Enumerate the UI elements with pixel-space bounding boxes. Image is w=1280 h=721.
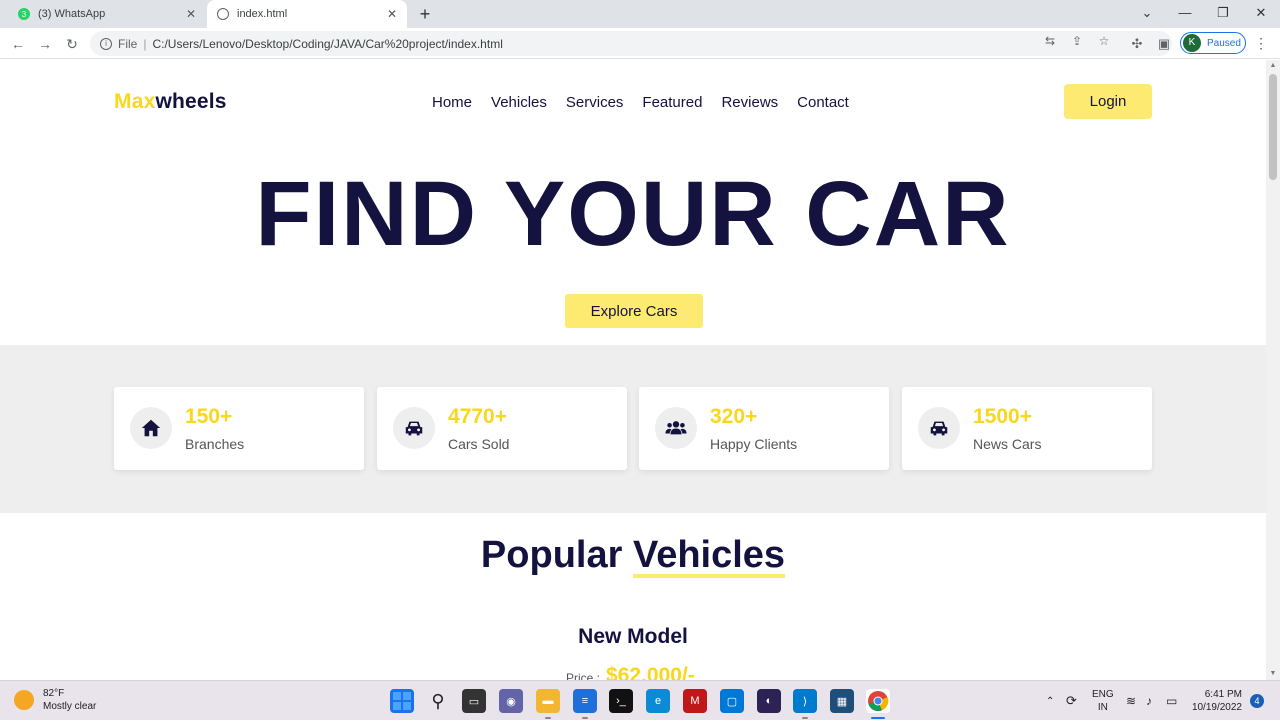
stat-value: 1500+ — [973, 405, 1032, 428]
stat-card-news-cars: 1500+ News Cars — [902, 387, 1152, 470]
side-panel-icon[interactable]: ▣ — [1156, 36, 1172, 52]
back-icon[interactable]: ← — [8, 34, 28, 54]
stat-value: 4770+ — [448, 405, 507, 428]
system-clock[interactable]: 6:41 PM 10/19/2022 — [1190, 688, 1242, 714]
nav-services[interactable]: Services — [566, 94, 624, 111]
url-scheme: File — [118, 36, 138, 51]
language-indicator[interactable]: ENG IN — [1092, 688, 1114, 714]
new-tab-button[interactable]: + — [415, 4, 435, 24]
vscode-icon[interactable]: ⟩ — [793, 689, 817, 713]
tab-strip: 3 (3) WhatsApp ✕ index.html ✕ + ⌄ — ❐ ✕ — [0, 0, 1280, 28]
task-view-icon[interactable]: ▭ — [462, 689, 486, 713]
users-icon — [655, 407, 697, 449]
nav-vehicles[interactable]: Vehicles — [491, 94, 547, 111]
page-scrollbar[interactable]: ▲ ▼ — [1266, 60, 1280, 680]
search-icon[interactable]: ⚲ — [426, 689, 450, 713]
notepad-icon[interactable]: ≡ — [573, 689, 597, 713]
start-icon[interactable] — [390, 689, 414, 713]
close-icon[interactable]: ✕ — [186, 7, 196, 21]
sync-icon[interactable]: ⟳ — [1066, 681, 1077, 721]
site-header: Maxwheels Home Vehicles Services Feature… — [0, 60, 1266, 144]
stat-value: 320+ — [710, 405, 758, 428]
stat-label: Happy Clients — [710, 436, 798, 452]
menu-icon[interactable]: ⋮ — [1254, 35, 1268, 53]
car-icon — [393, 407, 435, 449]
browser-toolbar: ← → ↻ i File | C:/Users/Lenovo/Desktop/C… — [0, 28, 1280, 59]
url-text: C:/Users/Lenovo/Desktop/Coding/JAVA/Car%… — [152, 36, 503, 51]
eclipse-icon[interactable]: ◐ — [757, 689, 781, 713]
tab-search-icon[interactable]: ⌄ — [1128, 0, 1166, 28]
stat-card-branches: 150+ Branches — [114, 387, 364, 470]
terminal-icon[interactable]: ›_ — [609, 689, 633, 713]
vehicle-price: Price : $62,000/- — [566, 664, 695, 680]
weather-icon — [14, 690, 34, 710]
explore-cars-button[interactable]: Explore Cars — [565, 294, 703, 328]
profile-status: Paused — [1207, 37, 1241, 49]
scrollbar-thumb[interactable] — [1269, 74, 1277, 180]
close-window-button[interactable]: ✕ — [1242, 0, 1280, 28]
notification-badge[interactable]: 4 — [1250, 694, 1264, 708]
stat-value: 150+ — [185, 405, 233, 428]
forward-icon[interactable]: → — [35, 34, 55, 54]
tab-index[interactable]: index.html ✕ — [207, 0, 407, 28]
section-title: Popular Vehicles — [480, 534, 786, 578]
share-icon[interactable]: ⇪ — [1069, 33, 1085, 49]
extensions-icon[interactable]: ✣ — [1129, 36, 1145, 52]
volume-icon[interactable]: ♪ — [1146, 681, 1152, 721]
file-explorer-icon[interactable]: ▬ — [536, 689, 560, 713]
wifi-icon[interactable]: ≋ — [1126, 681, 1136, 721]
reload-icon[interactable]: ↻ — [62, 34, 82, 54]
close-icon[interactable]: ✕ — [387, 7, 397, 21]
tab-title: index.html — [237, 8, 288, 20]
edge-icon[interactable]: e — [646, 689, 670, 713]
scroll-down-icon[interactable]: ▼ — [1266, 668, 1280, 680]
tab-title: (3) WhatsApp — [38, 8, 106, 20]
sql-icon[interactable]: ▦ — [830, 689, 854, 713]
avatar: K — [1183, 34, 1201, 52]
info-icon[interactable]: i — [100, 37, 112, 50]
profile-button[interactable]: K Paused — [1180, 32, 1246, 54]
star-icon[interactable]: ☆ — [1096, 33, 1112, 49]
scroll-up-icon[interactable]: ▲ — [1266, 60, 1280, 72]
tab-whatsapp[interactable]: 3 (3) WhatsApp ✕ — [8, 0, 206, 28]
chrome-icon[interactable] — [866, 689, 890, 713]
show-hidden-icons[interactable]: ⌃ — [1046, 681, 1054, 721]
stat-card-happy-clients: 320+ Happy Clients — [639, 387, 889, 470]
translate-icon[interactable]: ⇆ — [1042, 33, 1058, 49]
globe-icon — [217, 8, 229, 20]
teams-icon[interactable]: ◉ — [499, 689, 523, 713]
stat-card-cars-sold: 4770+ Cars Sold — [377, 387, 627, 470]
stat-label: Cars Sold — [448, 436, 510, 452]
whatsapp-icon: 3 — [18, 8, 30, 20]
mcafee-icon[interactable]: M — [683, 689, 707, 713]
nav-featured[interactable]: Featured — [642, 94, 702, 111]
login-button[interactable]: Login — [1064, 84, 1152, 119]
vehicle-name: New Model — [578, 625, 688, 648]
stats-section: 150+ Branches 4770+ Cars Sold 320+ Happy… — [0, 345, 1266, 513]
minimize-button[interactable]: — — [1166, 0, 1204, 28]
weather-widget[interactable]: 82°F Mostly clear — [14, 687, 96, 713]
restore-button[interactable]: ❐ — [1204, 0, 1242, 28]
home-icon — [130, 407, 172, 449]
nav-home[interactable]: Home — [432, 94, 472, 111]
battery-icon[interactable]: ▭ — [1166, 681, 1177, 721]
page-viewport: Maxwheels Home Vehicles Services Feature… — [0, 60, 1266, 680]
nav-reviews[interactable]: Reviews — [721, 94, 778, 111]
site-logo[interactable]: Maxwheels — [114, 90, 227, 114]
address-bar[interactable]: i File | C:/Users/Lenovo/Desktop/Coding/… — [90, 31, 1172, 56]
windows-taskbar: 82°F Mostly clear ⚲ ▭ ◉ ▬ ≡ ›_ e M ▢ ◐ ⟩ … — [0, 680, 1280, 720]
car-icon — [918, 407, 960, 449]
store-icon[interactable]: ▢ — [720, 689, 744, 713]
stat-label: News Cars — [973, 436, 1042, 452]
stat-label: Branches — [185, 436, 245, 452]
nav-contact[interactable]: Contact — [797, 94, 849, 111]
main-nav: Home Vehicles Services Featured Reviews … — [432, 94, 849, 111]
hero-title: FIND YOUR CAR — [255, 163, 1011, 265]
